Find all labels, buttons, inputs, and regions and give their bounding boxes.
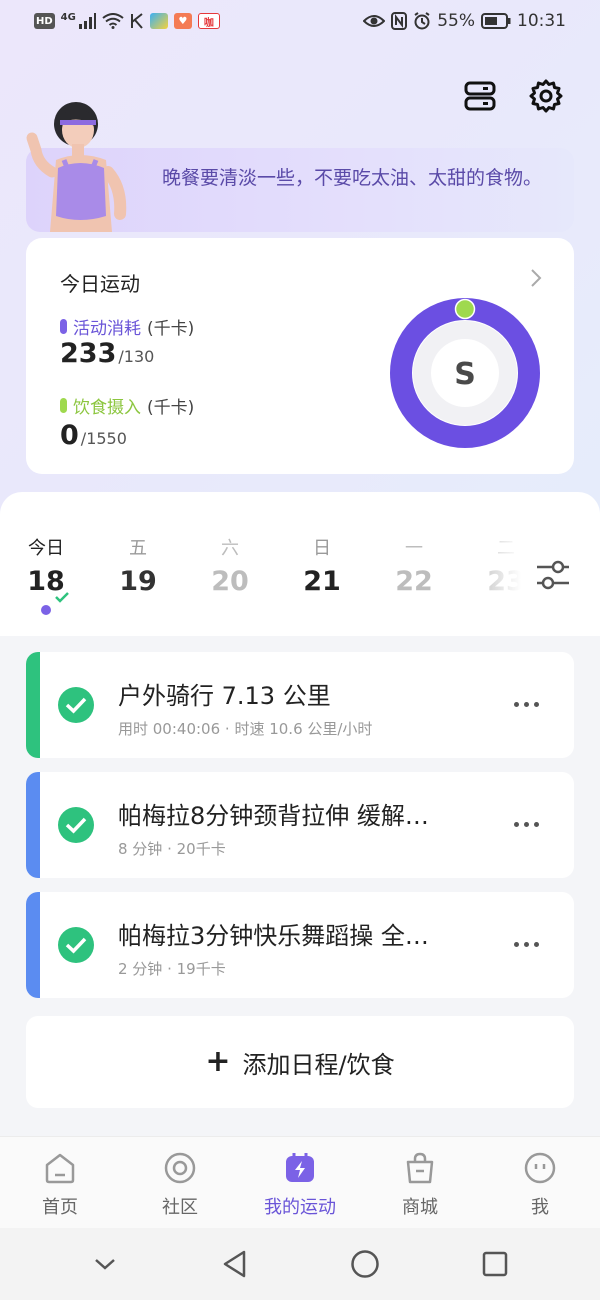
diet-dot (60, 398, 67, 413)
activity-title: 帕梅拉3分钟快乐舞蹈操 全… (118, 922, 429, 950)
lightning-icon (286, 1153, 314, 1182)
today-indicator-dot (41, 605, 51, 615)
chevron-right-icon[interactable] (526, 266, 546, 290)
recents-button[interactable] (478, 1247, 512, 1281)
day-fri[interactable]: 五 19 (108, 534, 168, 597)
back-button[interactable] (218, 1247, 252, 1281)
more-options-icon[interactable] (506, 932, 546, 956)
nfc-icon (391, 12, 408, 30)
server-icon (464, 81, 496, 111)
plus-icon: + (205, 1044, 231, 1079)
diet-calories-value: 0 /1550 (60, 420, 127, 451)
gear-icon (529, 79, 563, 113)
signal-icon (78, 13, 96, 29)
activity-subtitle: 用时 00:40:06 · 时速 10.6 公里/小时 (118, 720, 373, 738)
community-icon (164, 1152, 196, 1184)
nav-home[interactable]: 首页 (0, 1137, 120, 1228)
ring-letter: S (454, 357, 476, 392)
add-schedule-label: 添加日程/饮食 (242, 1050, 395, 1079)
today-exercise-card[interactable]: 今日运动 活动消耗 (千卡) 233 /130 饮食摄入 (千卡) 0 /1550 … (26, 238, 574, 474)
nav-my-exercise[interactable]: 我的运动 (240, 1137, 360, 1228)
diet-calories-label: 饮食摄入 (千卡) (60, 393, 194, 418)
home-circle-icon (351, 1250, 379, 1278)
health-app-icon: ♥ (173, 13, 192, 29)
activity-color-bar (26, 652, 40, 758)
recents-square-icon (482, 1251, 508, 1277)
chevron-down-icon (95, 1259, 115, 1270)
activity-title: 户外骑行 7.13 公里 (118, 682, 331, 710)
k-app-icon (130, 13, 143, 29)
check-icon (55, 592, 69, 603)
completed-check-icon (58, 807, 94, 843)
add-schedule-button[interactable]: + 添加日程/饮食 (26, 1016, 574, 1108)
activity-title: 帕梅拉8分钟颈背拉伸 缓解… (118, 802, 429, 830)
tip-text: 晚餐要清淡一些，不要吃太油、太甜的食物。 (162, 167, 543, 189)
activity-card-dance[interactable]: 帕梅拉3分钟快乐舞蹈操 全… 2 分钟 · 19千卡 (26, 892, 574, 998)
battery-icon (481, 13, 511, 29)
activity-calories-value: 233 /130 (60, 338, 155, 369)
day-today[interactable]: 今日 18 (16, 534, 76, 597)
day-mon[interactable]: 一 22 (384, 534, 444, 597)
alarm-icon (414, 12, 430, 30)
nav-me[interactable]: 我 (480, 1137, 600, 1228)
day-sun[interactable]: 日 21 (292, 534, 352, 597)
wifi-icon (102, 13, 124, 29)
date-strip-fade (470, 530, 530, 610)
face-icon (524, 1152, 556, 1184)
more-options-icon[interactable] (506, 692, 546, 716)
back-triangle-icon (223, 1250, 246, 1278)
activity-card-cycling[interactable]: 户外骑行 7.13 公里 用时 00:40:06 · 时速 10.6 公里/小时 (26, 652, 574, 758)
activity-color-bar (26, 772, 40, 878)
activity-calories-label: 活动消耗 (千卡) (60, 314, 194, 339)
day-sat[interactable]: 六 20 (200, 534, 260, 597)
coffee-app-icon: 咖 (197, 13, 220, 29)
nav-mall[interactable]: 商城 (360, 1137, 480, 1228)
calorie-ring[interactable]: S (388, 296, 542, 450)
completed-check-icon (58, 687, 94, 723)
network-label: 4G (60, 11, 76, 23)
activity-dot (60, 319, 67, 334)
home-icon (45, 1153, 75, 1184)
device-manager-button[interactable] (460, 76, 500, 116)
battery-percent: 55% (437, 11, 475, 31)
coach-avatar (26, 102, 127, 232)
today-card-title: 今日运动 (60, 272, 140, 296)
activity-subtitle: 2 分钟 · 19千卡 (118, 960, 226, 978)
activity-card-stretch[interactable]: 帕梅拉8分钟颈背拉伸 缓解… 8 分钟 · 20千卡 (26, 772, 574, 878)
bag-icon (406, 1152, 434, 1184)
clock: 10:31 (517, 11, 566, 31)
completed-check-icon (58, 927, 94, 963)
bottom-nav: 首页 社区 我的运动 商城 我 (0, 1136, 600, 1228)
more-options-icon[interactable] (506, 812, 546, 836)
app-notification-icon (149, 13, 168, 29)
hd-badge: HD (34, 13, 55, 29)
status-bar: HD 4G ♥ 咖 55% 10:31 (0, 0, 600, 42)
system-nav-bar (0, 1228, 600, 1300)
activity-color-bar (26, 892, 40, 998)
eye-icon (363, 15, 386, 27)
home-system-button[interactable] (348, 1247, 382, 1281)
settings-button[interactable] (526, 76, 566, 116)
activity-subtitle: 8 分钟 · 20千卡 (118, 840, 226, 858)
nav-community[interactable]: 社区 (120, 1137, 240, 1228)
filter-sliders-icon[interactable] (534, 556, 572, 594)
collapse-button[interactable] (88, 1247, 122, 1281)
